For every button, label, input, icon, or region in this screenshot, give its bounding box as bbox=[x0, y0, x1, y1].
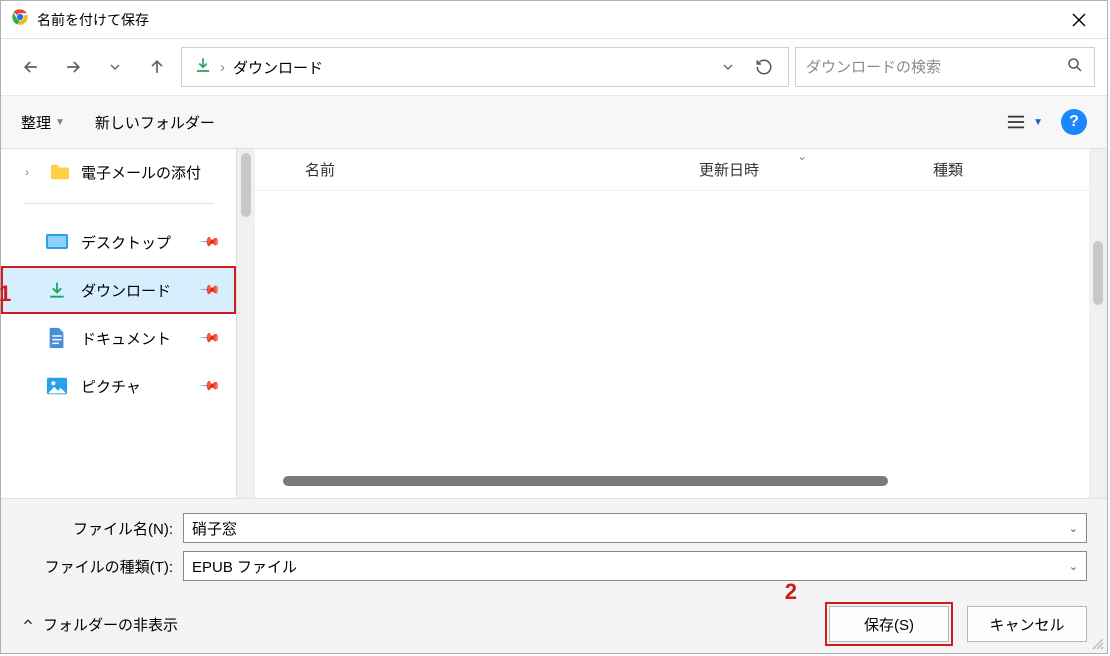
sort-indicator-icon: ⌄ bbox=[797, 149, 807, 163]
chrome-icon bbox=[11, 8, 29, 31]
sidebar-item-downloads[interactable]: ダウンロード 📌 bbox=[1, 266, 236, 314]
pictures-icon bbox=[45, 374, 69, 398]
filetype-select[interactable]: EPUB ファイル ⌄ bbox=[183, 551, 1087, 581]
close-button[interactable] bbox=[1057, 2, 1101, 38]
file-list-pane: 名前 ⌄更新日時 種類 bbox=[255, 149, 1089, 498]
save-form: ファイル名(N): 硝子窓 ⌄ ファイルの種類(T): EPUB ファイル ⌄ bbox=[1, 498, 1107, 595]
sidebar-item-documents[interactable]: ドキュメント 📌 bbox=[1, 314, 236, 362]
save-button[interactable]: 保存(S) bbox=[829, 606, 949, 642]
file-list[interactable] bbox=[255, 191, 1089, 498]
sidebar-label: デスクトップ bbox=[81, 232, 171, 253]
footer: フォルダーの非表示 保存(S) キャンセル bbox=[1, 595, 1107, 653]
sidebar-scrollbar[interactable] bbox=[237, 149, 255, 498]
chevron-down-icon[interactable]: ⌄ bbox=[1069, 522, 1078, 535]
filename-value: 硝子窓 bbox=[192, 518, 237, 539]
pin-icon: 📌 bbox=[199, 375, 222, 398]
forward-button[interactable] bbox=[55, 49, 91, 85]
search-box[interactable] bbox=[795, 47, 1095, 87]
filetype-value: EPUB ファイル bbox=[192, 556, 297, 577]
sidebar-item-pictures[interactable]: ピクチャ 📌 bbox=[1, 362, 236, 410]
address-bar[interactable]: › ダウンロード bbox=[181, 47, 789, 87]
organize-menu[interactable]: 整理 ▼ bbox=[21, 112, 65, 133]
filetype-label: ファイルの種類(T): bbox=[21, 556, 183, 577]
navigation-pane: › 電子メールの添付 デスクトップ 📌 ダウンロード 📌 ドキュメント 📌 bbox=[1, 149, 237, 498]
column-headers: 名前 ⌄更新日時 種類 bbox=[255, 149, 1089, 191]
back-button[interactable] bbox=[13, 49, 49, 85]
hide-folders-label: フォルダーの非表示 bbox=[43, 614, 178, 635]
sidebar-label: ピクチャ bbox=[81, 376, 141, 397]
tree-label: 電子メールの添付 bbox=[81, 162, 201, 183]
window-title: 名前を付けて保存 bbox=[37, 10, 149, 30]
horizontal-scrollbar[interactable] bbox=[283, 476, 888, 486]
chevron-down-icon[interactable]: ⌄ bbox=[1069, 560, 1078, 573]
cancel-button[interactable]: キャンセル bbox=[967, 606, 1087, 642]
documents-icon bbox=[45, 326, 69, 350]
downloads-icon bbox=[45, 278, 69, 302]
new-folder-button[interactable]: 新しいフォルダー bbox=[95, 112, 215, 133]
sidebar-label: ドキュメント bbox=[81, 328, 171, 349]
path-location: ダウンロード bbox=[233, 57, 323, 78]
pin-icon: 📌 bbox=[199, 231, 222, 254]
expand-icon[interactable]: › bbox=[25, 165, 39, 179]
filename-label: ファイル名(N): bbox=[21, 518, 183, 539]
help-button[interactable]: ? bbox=[1061, 109, 1087, 135]
filelist-scrollbar[interactable] bbox=[1089, 149, 1107, 498]
up-button[interactable] bbox=[139, 49, 175, 85]
sidebar-divider bbox=[23, 203, 214, 204]
sidebar-label: ダウンロード bbox=[81, 280, 171, 301]
folder-icon bbox=[49, 163, 71, 181]
toolbar: 整理 ▼ 新しいフォルダー ▼ ? bbox=[1, 95, 1107, 149]
column-date[interactable]: ⌄更新日時 bbox=[685, 159, 919, 180]
resize-grip-icon[interactable] bbox=[1091, 637, 1105, 651]
path-sep: › bbox=[220, 59, 225, 76]
nav-row: › ダウンロード bbox=[1, 39, 1107, 95]
titlebar: 名前を付けて保存 bbox=[1, 1, 1107, 39]
search-icon[interactable] bbox=[1066, 56, 1084, 79]
body: › 電子メールの添付 デスクトップ 📌 ダウンロード 📌 ドキュメント 📌 bbox=[1, 149, 1107, 498]
pin-icon: 📌 bbox=[199, 327, 222, 350]
tree-email-attachments[interactable]: › 電子メールの添付 bbox=[1, 149, 236, 195]
sidebar-item-desktop[interactable]: デスクトップ 📌 bbox=[1, 218, 236, 266]
desktop-icon bbox=[45, 230, 69, 254]
column-name[interactable]: 名前 bbox=[255, 159, 685, 180]
chevron-up-icon bbox=[21, 615, 35, 633]
search-input[interactable] bbox=[806, 59, 1066, 76]
pin-icon: 📌 bbox=[199, 279, 222, 302]
hide-folders-toggle[interactable]: フォルダーの非表示 bbox=[21, 614, 178, 635]
recent-dropdown[interactable] bbox=[97, 49, 133, 85]
view-options[interactable]: ▼ bbox=[1005, 113, 1043, 131]
column-type[interactable]: 種類 bbox=[919, 159, 1089, 180]
downloads-path-icon bbox=[194, 56, 212, 78]
refresh-button[interactable] bbox=[746, 49, 782, 85]
filename-input[interactable]: 硝子窓 ⌄ bbox=[183, 513, 1087, 543]
path-dropdown[interactable] bbox=[710, 49, 746, 85]
